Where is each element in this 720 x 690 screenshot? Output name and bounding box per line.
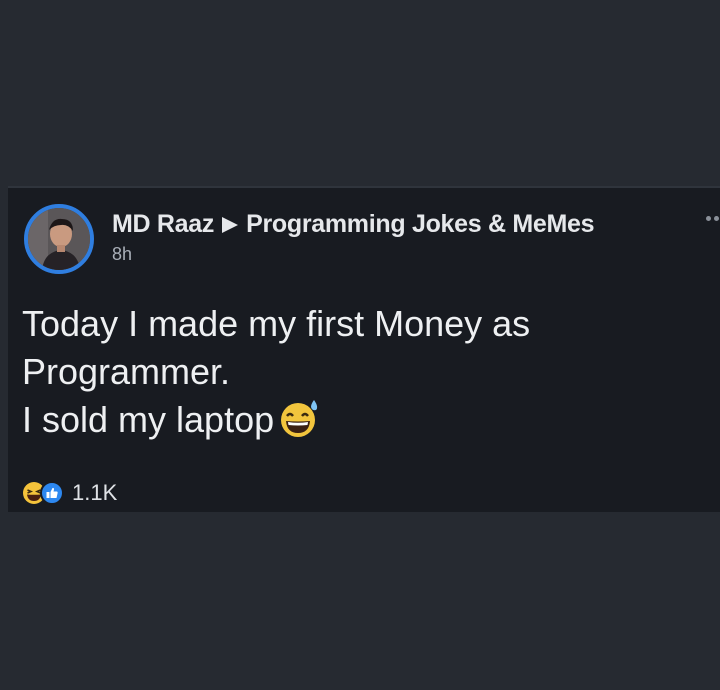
avatar-photo-icon: [28, 208, 90, 270]
post-text: Today I made my first Money as Programme…: [22, 300, 702, 444]
post-text-line: Today I made my first Money as: [22, 303, 531, 344]
post-timestamp[interactable]: 8h: [112, 244, 132, 265]
like-reaction-icon: [40, 481, 64, 505]
group-name[interactable]: Programming Jokes & MeMes: [246, 210, 594, 238]
post-text-line: I sold my laptop: [22, 396, 702, 444]
page: MD Raaz Programming Jokes & MeMes 8h Toda…: [0, 0, 720, 690]
arrow-right-icon: [222, 216, 239, 233]
reaction-summary[interactable]: 1.1K: [22, 480, 117, 506]
avatar[interactable]: [24, 204, 94, 274]
post-text-line: Programmer.: [22, 351, 231, 392]
post-header: MD Raaz Programming Jokes & MeMes: [112, 210, 595, 239]
post-text-line-content: I sold my laptop: [22, 399, 275, 440]
more-options-icon[interactable]: [706, 216, 720, 224]
reaction-count[interactable]: 1.1K: [72, 480, 117, 506]
author-name[interactable]: MD Raaz: [112, 210, 214, 238]
post-card: MD Raaz Programming Jokes & MeMes 8h Toda…: [8, 186, 720, 512]
grinning-sweat-emoji: [281, 400, 318, 437]
